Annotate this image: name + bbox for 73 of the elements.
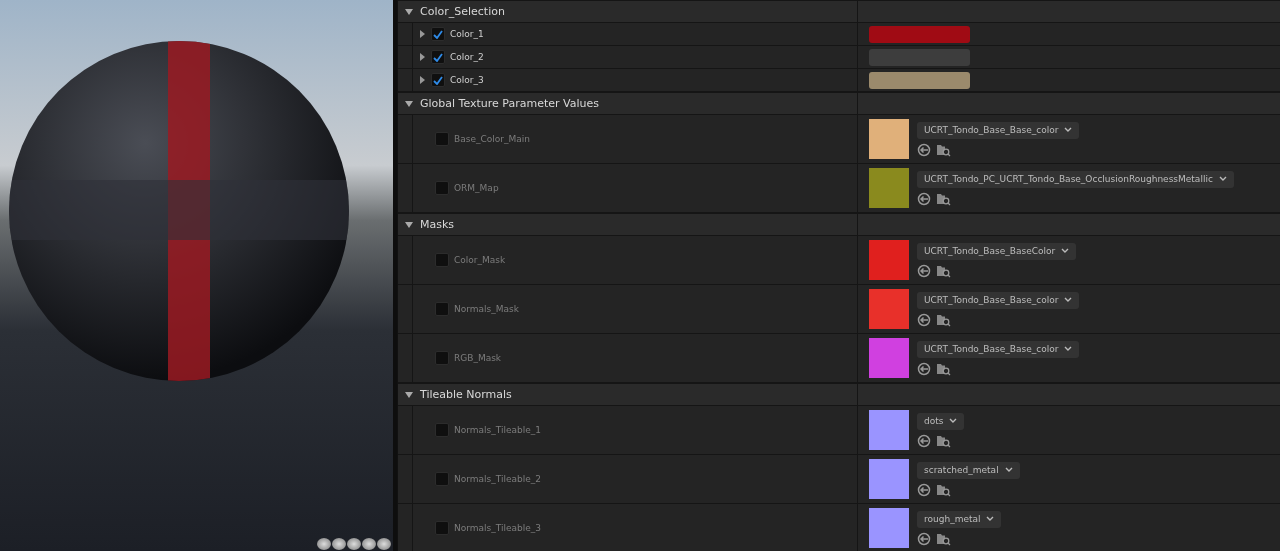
- parameter-name: Color_1: [450, 29, 484, 39]
- caret-icon: [986, 516, 995, 522]
- parameter-name: Normals_Mask: [454, 304, 519, 314]
- expand-arrow-icon[interactable]: [418, 53, 426, 61]
- parameter-name: Color_3: [450, 75, 484, 85]
- preview-shape-icon[interactable]: [347, 538, 361, 550]
- checkbox[interactable]: [435, 253, 449, 267]
- collapse-arrow-icon[interactable]: [404, 220, 414, 229]
- collapse-arrow-icon[interactable]: [404, 7, 414, 16]
- caret-icon: [1218, 176, 1227, 182]
- asset-dropdown[interactable]: rough_metal: [917, 510, 1002, 528]
- caret-icon: [949, 418, 958, 424]
- caret-icon: [1064, 297, 1073, 303]
- parameter-name: RGB_Mask: [454, 353, 502, 363]
- section-title: Color_Selection: [420, 5, 505, 18]
- color-swatch[interactable]: [869, 25, 970, 43]
- checkbox[interactable]: [435, 423, 449, 437]
- checkbox[interactable]: [431, 50, 445, 64]
- use-selected-icon[interactable]: [917, 312, 932, 327]
- use-selected-icon[interactable]: [917, 142, 932, 157]
- use-selected-icon[interactable]: [917, 482, 932, 497]
- browse-folder-icon[interactable]: [936, 433, 951, 448]
- preview-shape-icon[interactable]: [377, 538, 391, 550]
- checkbox[interactable]: [435, 472, 449, 486]
- color-swatch[interactable]: [869, 48, 970, 66]
- use-selected-icon[interactable]: [917, 361, 932, 376]
- checkbox[interactable]: [435, 132, 449, 146]
- asset-dropdown[interactable]: UCRT_Tondo_Base_Base_color: [917, 291, 1080, 309]
- caret-icon: [1061, 248, 1070, 254]
- browse-folder-icon[interactable]: [936, 263, 951, 278]
- use-selected-icon[interactable]: [917, 433, 932, 448]
- caret-icon: [1004, 467, 1013, 473]
- browse-folder-icon[interactable]: [936, 191, 951, 206]
- parameter-name: Normals_Tileable_1: [454, 425, 541, 435]
- asset-dropdown[interactable]: UCRT_Tondo_Base_Base_color: [917, 340, 1080, 358]
- use-selected-icon[interactable]: [917, 263, 932, 278]
- parameter-name: ORM_Map: [454, 183, 499, 193]
- collapse-arrow-icon[interactable]: [404, 390, 414, 399]
- parameter-name: Color_Mask: [454, 255, 506, 265]
- browse-folder-icon[interactable]: [936, 482, 951, 497]
- browse-folder-icon[interactable]: [936, 531, 951, 546]
- checkbox[interactable]: [435, 302, 449, 316]
- use-selected-icon[interactable]: [917, 191, 932, 206]
- preview-shape-icon[interactable]: [362, 538, 376, 550]
- checkbox[interactable]: [431, 73, 445, 87]
- asset-dropdown[interactable]: UCRT_Tondo_PC_UCRT_Tondo_Base_OcclusionRoughnessMetallic: [917, 170, 1234, 188]
- expand-arrow-icon[interactable]: [418, 76, 426, 84]
- checkbox[interactable]: [435, 181, 449, 195]
- checkbox[interactable]: [431, 27, 445, 41]
- asset-dropdown[interactable]: dots: [917, 412, 965, 430]
- asset-dropdown[interactable]: scratched_metal: [917, 461, 1020, 479]
- asset-dropdown[interactable]: UCRT_Tondo_Base_BaseColor: [917, 242, 1077, 260]
- browse-folder-icon[interactable]: [936, 312, 951, 327]
- checkbox[interactable]: [435, 351, 449, 365]
- section-title: Masks: [420, 218, 455, 231]
- parameter-name: Normals_Tileable_3: [454, 523, 541, 533]
- parameter-name: Base_Color_Main: [454, 134, 530, 144]
- preview-shape-icon[interactable]: [317, 538, 331, 550]
- preview-shape-icon[interactable]: [332, 538, 346, 550]
- section-title: Global Texture Parameter Values: [420, 97, 599, 110]
- caret-icon: [1064, 346, 1073, 352]
- collapse-arrow-icon[interactable]: [404, 99, 414, 108]
- color-swatch[interactable]: [869, 71, 970, 89]
- section-title: Tileable Normals: [420, 388, 512, 401]
- caret-icon: [1064, 127, 1073, 133]
- browse-folder-icon[interactable]: [936, 361, 951, 376]
- browse-folder-icon[interactable]: [936, 142, 951, 157]
- parameter-name: Normals_Tileable_2: [454, 474, 541, 484]
- expand-arrow-icon[interactable]: [418, 30, 426, 38]
- asset-dropdown[interactable]: UCRT_Tondo_Base_Base_color: [917, 121, 1080, 139]
- use-selected-icon[interactable]: [917, 531, 932, 546]
- checkbox[interactable]: [435, 521, 449, 535]
- parameter-name: Color_2: [450, 52, 484, 62]
